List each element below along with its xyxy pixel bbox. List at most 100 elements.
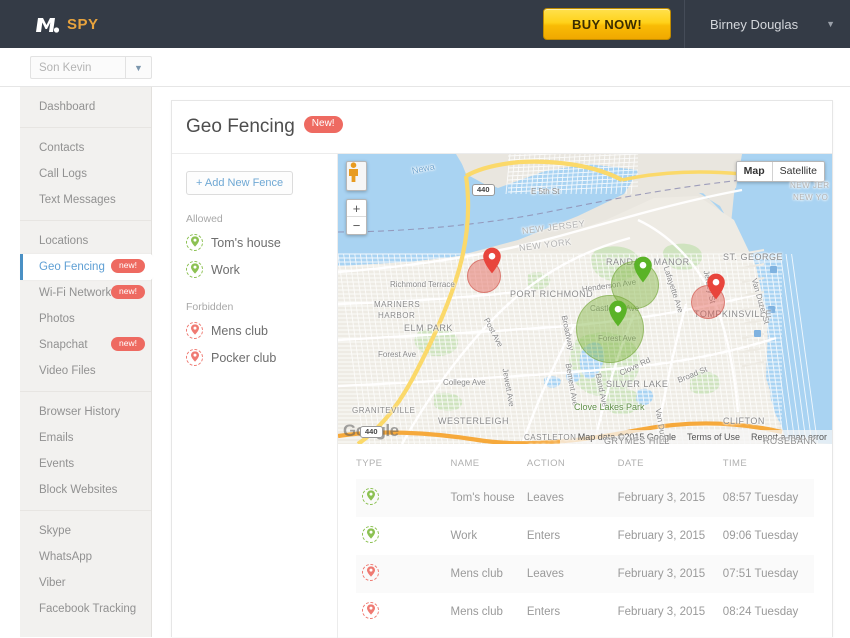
brand-logo[interactable]: SPY (34, 13, 99, 35)
fence-item[interactable]: Pocker club (186, 344, 337, 371)
table-cell-date: February 3, 2015 (617, 530, 706, 542)
sidebar-item-label: Video Files (39, 365, 96, 377)
geo-fence-map[interactable]: + − Map Satellite Google Map data ©2015 … (338, 154, 832, 444)
sidebar-item-text-messages[interactable]: Text Messages (20, 187, 151, 213)
sidebar-item-label: Facebook Tracking (39, 603, 137, 615)
table-column-header: DATE (617, 458, 644, 469)
sidebar-item-snapchat[interactable]: Snapchat new! (20, 332, 151, 358)
fence-item[interactable]: Work (186, 256, 337, 283)
sidebar-item-browser-history[interactable]: Browser History (20, 399, 151, 425)
page-title: Geo Fencing (186, 116, 295, 137)
sidebar-item-label: Text Messages (39, 194, 116, 206)
map-zoom-controls[interactable]: + − (346, 199, 367, 235)
account-subbar: Son Kevin ▼ (0, 48, 850, 87)
map-basemap-graphic (338, 154, 832, 444)
brand-name: SPY (67, 15, 99, 33)
fence-item-label: Pocker club (211, 350, 277, 365)
sidebar-item-facebook-tracking[interactable]: Facebook Tracking (20, 596, 151, 622)
fence-item[interactable]: Mens club (186, 317, 337, 344)
allowed-fence-list: Tom's house Work (186, 229, 337, 283)
map-pin-green-icon (362, 488, 379, 505)
table-cell-name: Mens club (450, 568, 503, 580)
allowed-group-label: Allowed (186, 213, 223, 225)
map-marker-forbidden-icon[interactable] (483, 247, 502, 274)
sidebar-item-photos[interactable]: Photos (20, 306, 151, 332)
map-type-control[interactable]: Map Satellite (735, 161, 825, 182)
map-data-attribution: Map data ©2015 Google (577, 432, 676, 442)
zoom-in-button[interactable]: + (347, 200, 366, 217)
map-pin-green-icon (186, 234, 203, 251)
sidebar-item-video-files[interactable]: Video Files (20, 358, 151, 384)
sidebar-item-emails[interactable]: Emails (20, 425, 151, 451)
buy-now-button[interactable]: BUY NOW! (543, 8, 671, 40)
forbidden-group-label: Forbidden (186, 301, 234, 313)
table-cell-action: Enters (526, 530, 561, 542)
map-type-satellite-button[interactable]: Satellite (771, 162, 824, 181)
table-row[interactable]: Mens club Enters February 3, 2015 08:24 Tue… (356, 593, 814, 631)
map-marker-forbidden-icon[interactable] (707, 273, 726, 300)
sidebar-item-label: Dashboard (39, 101, 96, 113)
sidebar-item-block-websites[interactable]: Block Websites (20, 477, 151, 503)
table-cell-name: Work (450, 530, 478, 542)
zoom-out-button[interactable]: − (347, 217, 366, 234)
map-marker-allowed-icon[interactable] (609, 300, 628, 327)
main-content-panel: Geo Fencing New! + Add New Fence Allowed… (171, 100, 833, 638)
sidebar-item-contacts[interactable]: Contacts (20, 135, 151, 161)
table-body: Tom's house Leaves February 3, 2015 08:57 T… (356, 479, 814, 631)
map-pin-red-icon (362, 564, 379, 581)
map-pin-green-icon (186, 261, 203, 278)
sidebar-item-label: Viber (39, 577, 66, 589)
sidebar-item-events[interactable]: Events (20, 451, 151, 477)
sidebar-group: Locations Geo Fencing new! Wi-Fi Networks ne… (20, 221, 161, 392)
table-cell-date: February 3, 2015 (617, 492, 706, 504)
table-cell-time: 09:06 Tuesday (722, 530, 799, 542)
table-column-header: TYPE (356, 458, 383, 469)
table-column-header: TIME (722, 458, 748, 469)
sidebar-item-whatsapp[interactable]: WhatsApp (20, 544, 151, 570)
user-name-label: Birney Douglas (710, 16, 799, 32)
table-row[interactable]: Mens club Leaves February 3, 2015 07:51 Tue… (356, 555, 814, 593)
user-account-menu[interactable]: Birney Douglas ▼ (684, 0, 835, 48)
sidebar-item-label: Photos (39, 313, 75, 325)
table-row[interactable]: Work Enters February 3, 2015 09:06 Tuesday (356, 517, 814, 555)
table-cell-type (356, 593, 450, 631)
fence-list-column: + Add New Fence Allowed Tom's house Work … (172, 154, 338, 638)
chevron-down-icon: ▼ (826, 18, 836, 29)
table-row[interactable]: Tom's house Leaves February 3, 2015 08:57 T… (356, 479, 814, 517)
panel-body: + Add New Fence Allowed Tom's house Work … (172, 154, 832, 638)
sidebar-item-skype[interactable]: Skype (20, 518, 151, 544)
report-map-error-link[interactable]: Report a map error (751, 432, 827, 442)
sidebar-group: Browser History Emails Events Block Website… (20, 392, 151, 511)
map-pin-red-icon (186, 322, 203, 339)
sidebar-item-label: Call Logs (39, 168, 87, 180)
sidebar-item-geo-fencing[interactable]: Geo Fencing new! (20, 254, 161, 280)
map-type-map-button[interactable]: Map (736, 162, 772, 181)
sidebar-nav: Dashboard Contacts Call Logs Text Messages L… (20, 87, 161, 637)
fence-item[interactable]: Tom's house (186, 229, 337, 256)
map-marker-allowed-icon[interactable] (634, 256, 653, 283)
table-cell-action: Leaves (526, 568, 564, 580)
m-logo-icon (34, 13, 60, 35)
table-cell-date: February 3, 2015 (617, 606, 706, 618)
sidebar-item-dashboard[interactable]: Dashboard (20, 94, 151, 120)
sidebar-item-call-logs[interactable]: Call Logs (20, 161, 151, 187)
table-column-header: ACTION (526, 458, 566, 469)
account-select[interactable]: Son Kevin ▼ (30, 56, 152, 79)
forbidden-fence-list: Mens club Pocker club (186, 317, 337, 371)
map-pin-green-icon (362, 526, 379, 543)
add-new-fence-button[interactable]: + Add New Fence (186, 171, 294, 195)
street-view-pegman-icon[interactable] (346, 161, 367, 191)
account-select-value: Son Kevin (39, 61, 92, 74)
sidebar-item-label: Snapchat (39, 339, 88, 351)
terms-of-use-link[interactable]: Terms of Use (687, 432, 740, 442)
sidebar-item-label: Wi-Fi Networks (39, 287, 117, 299)
table-cell-name: Tom's house (450, 492, 515, 504)
chevron-down-icon[interactable]: ▼ (125, 57, 151, 78)
sidebar-new-badge: new! (111, 285, 145, 299)
sidebar-item-locations[interactable]: Locations (20, 228, 151, 254)
sidebar-item-viber[interactable]: Viber (20, 570, 151, 596)
map-pin-red-icon (362, 602, 379, 619)
sidebar-item-wi-fi-networks[interactable]: Wi-Fi Networks new! (20, 280, 151, 306)
page-title-badge: New! (303, 115, 343, 133)
table-cell-action: Enters (526, 606, 561, 618)
